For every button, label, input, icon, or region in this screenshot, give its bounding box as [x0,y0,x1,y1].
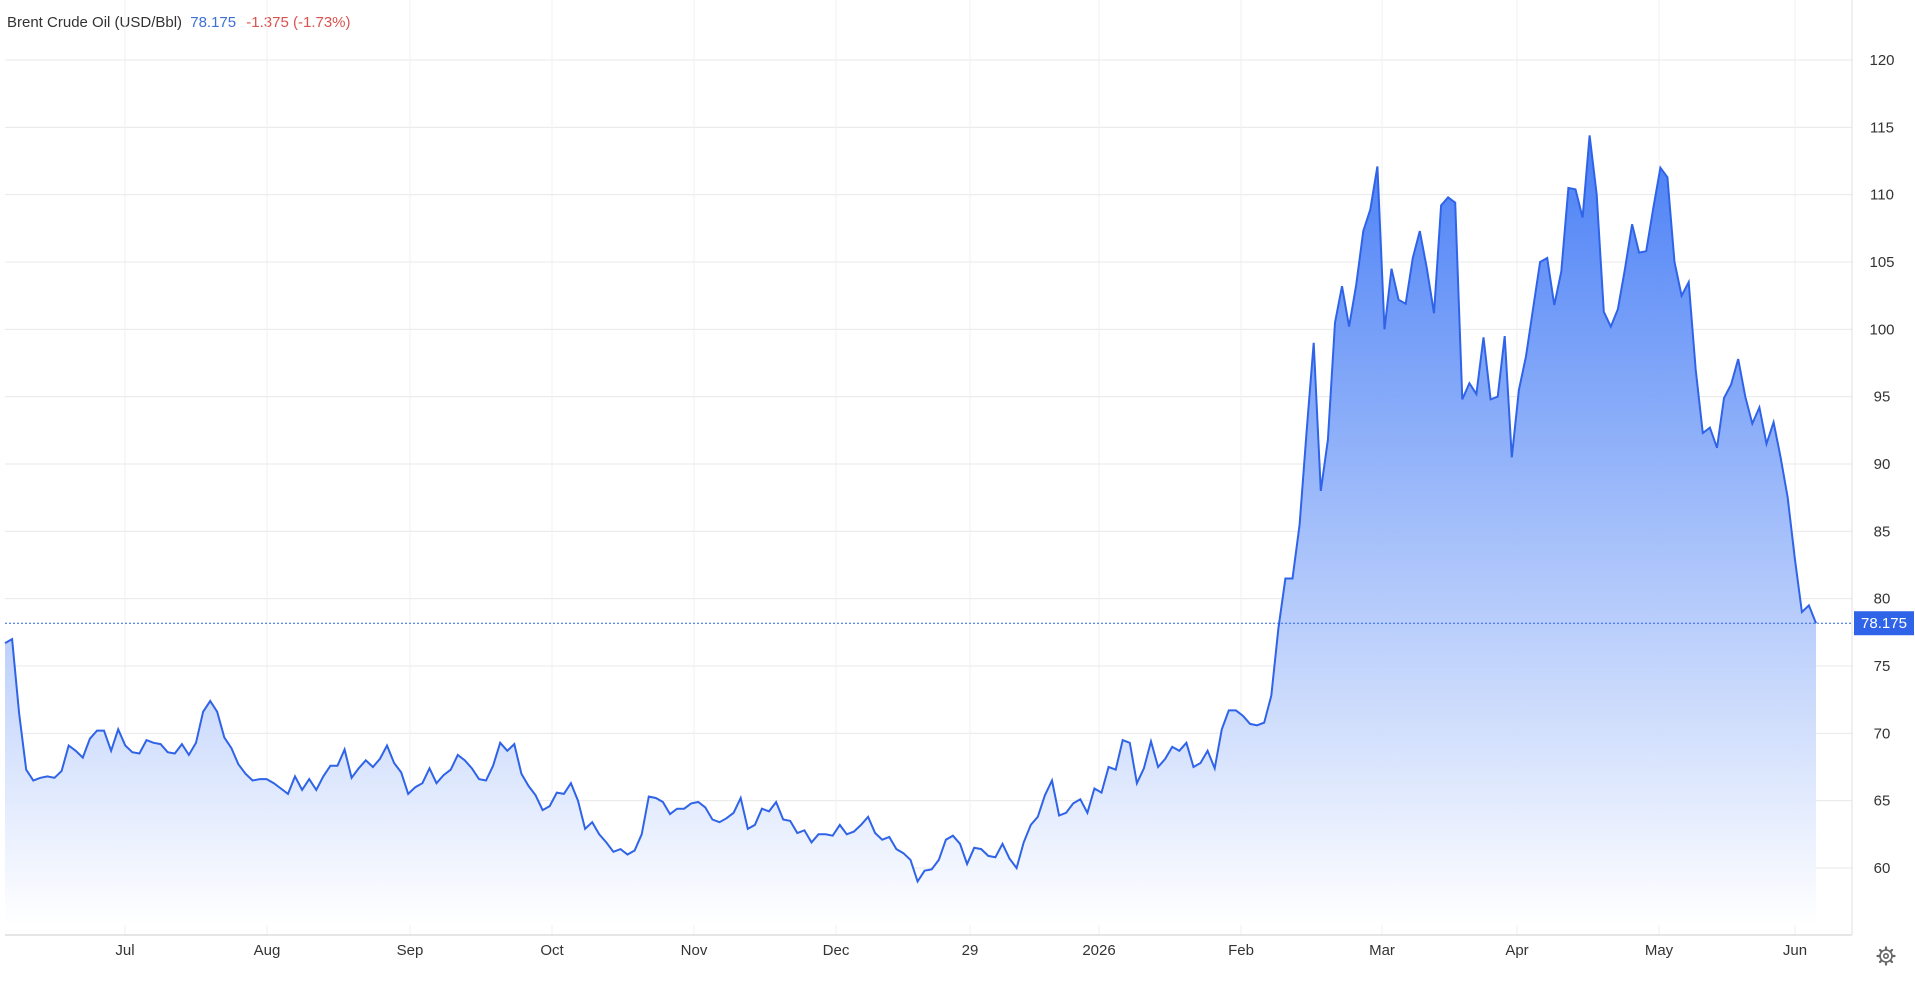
x-tick-label: Oct [540,942,564,959]
y-tick-label: 85 [1874,523,1891,540]
price-area-fill [5,135,1816,925]
y-tick-label: 110 [1870,187,1894,204]
last-price-tag: 78.175 [1854,611,1914,636]
y-tick-label: 90 [1874,456,1891,473]
y-tick-label: 80 [1874,591,1891,608]
gear-icon [1876,946,1896,966]
y-tick-label: 60 [1874,860,1891,877]
y-tick-label: 100 [1869,321,1894,338]
x-tick-label: Nov [681,942,708,959]
last-price-tag-label: 78.175 [1861,615,1907,632]
x-tick-label: Aug [254,942,281,959]
x-tick-label: Jun [1783,942,1807,959]
y-axis: 60 65 70 75 80 85 90 95 100 105 110 115 120 [1869,52,1894,877]
settings-button[interactable] [1876,946,1896,966]
x-tick-label: Dec [823,942,850,959]
x-tick-label: Mar [1369,942,1395,959]
y-tick-label: 115 [1870,119,1894,136]
x-tick-label: 29 [962,942,979,959]
x-tick-label: Apr [1505,942,1528,959]
y-tick-label: 120 [1869,52,1894,69]
x-axis: Jul Aug Sep Oct Nov Dec 29 2026 Feb Mar Apr May Jun [115,942,1807,959]
y-tick-label: 105 [1869,254,1894,271]
x-tick-label: May [1645,942,1674,959]
y-tick-label: 75 [1874,658,1891,675]
y-tick-label: 95 [1874,389,1891,406]
x-tick-label: Jul [115,942,134,959]
price-chart[interactable]: 60 65 70 75 80 85 90 95 100 105 110 115 120 Jul Aug Se… [0,0,1915,992]
x-tick-label: 2026 [1082,942,1115,959]
x-tick-label: Sep [397,942,424,959]
y-tick-label: 70 [1874,725,1891,742]
y-tick-label: 65 [1874,793,1891,810]
x-tick-label: Feb [1228,942,1254,959]
